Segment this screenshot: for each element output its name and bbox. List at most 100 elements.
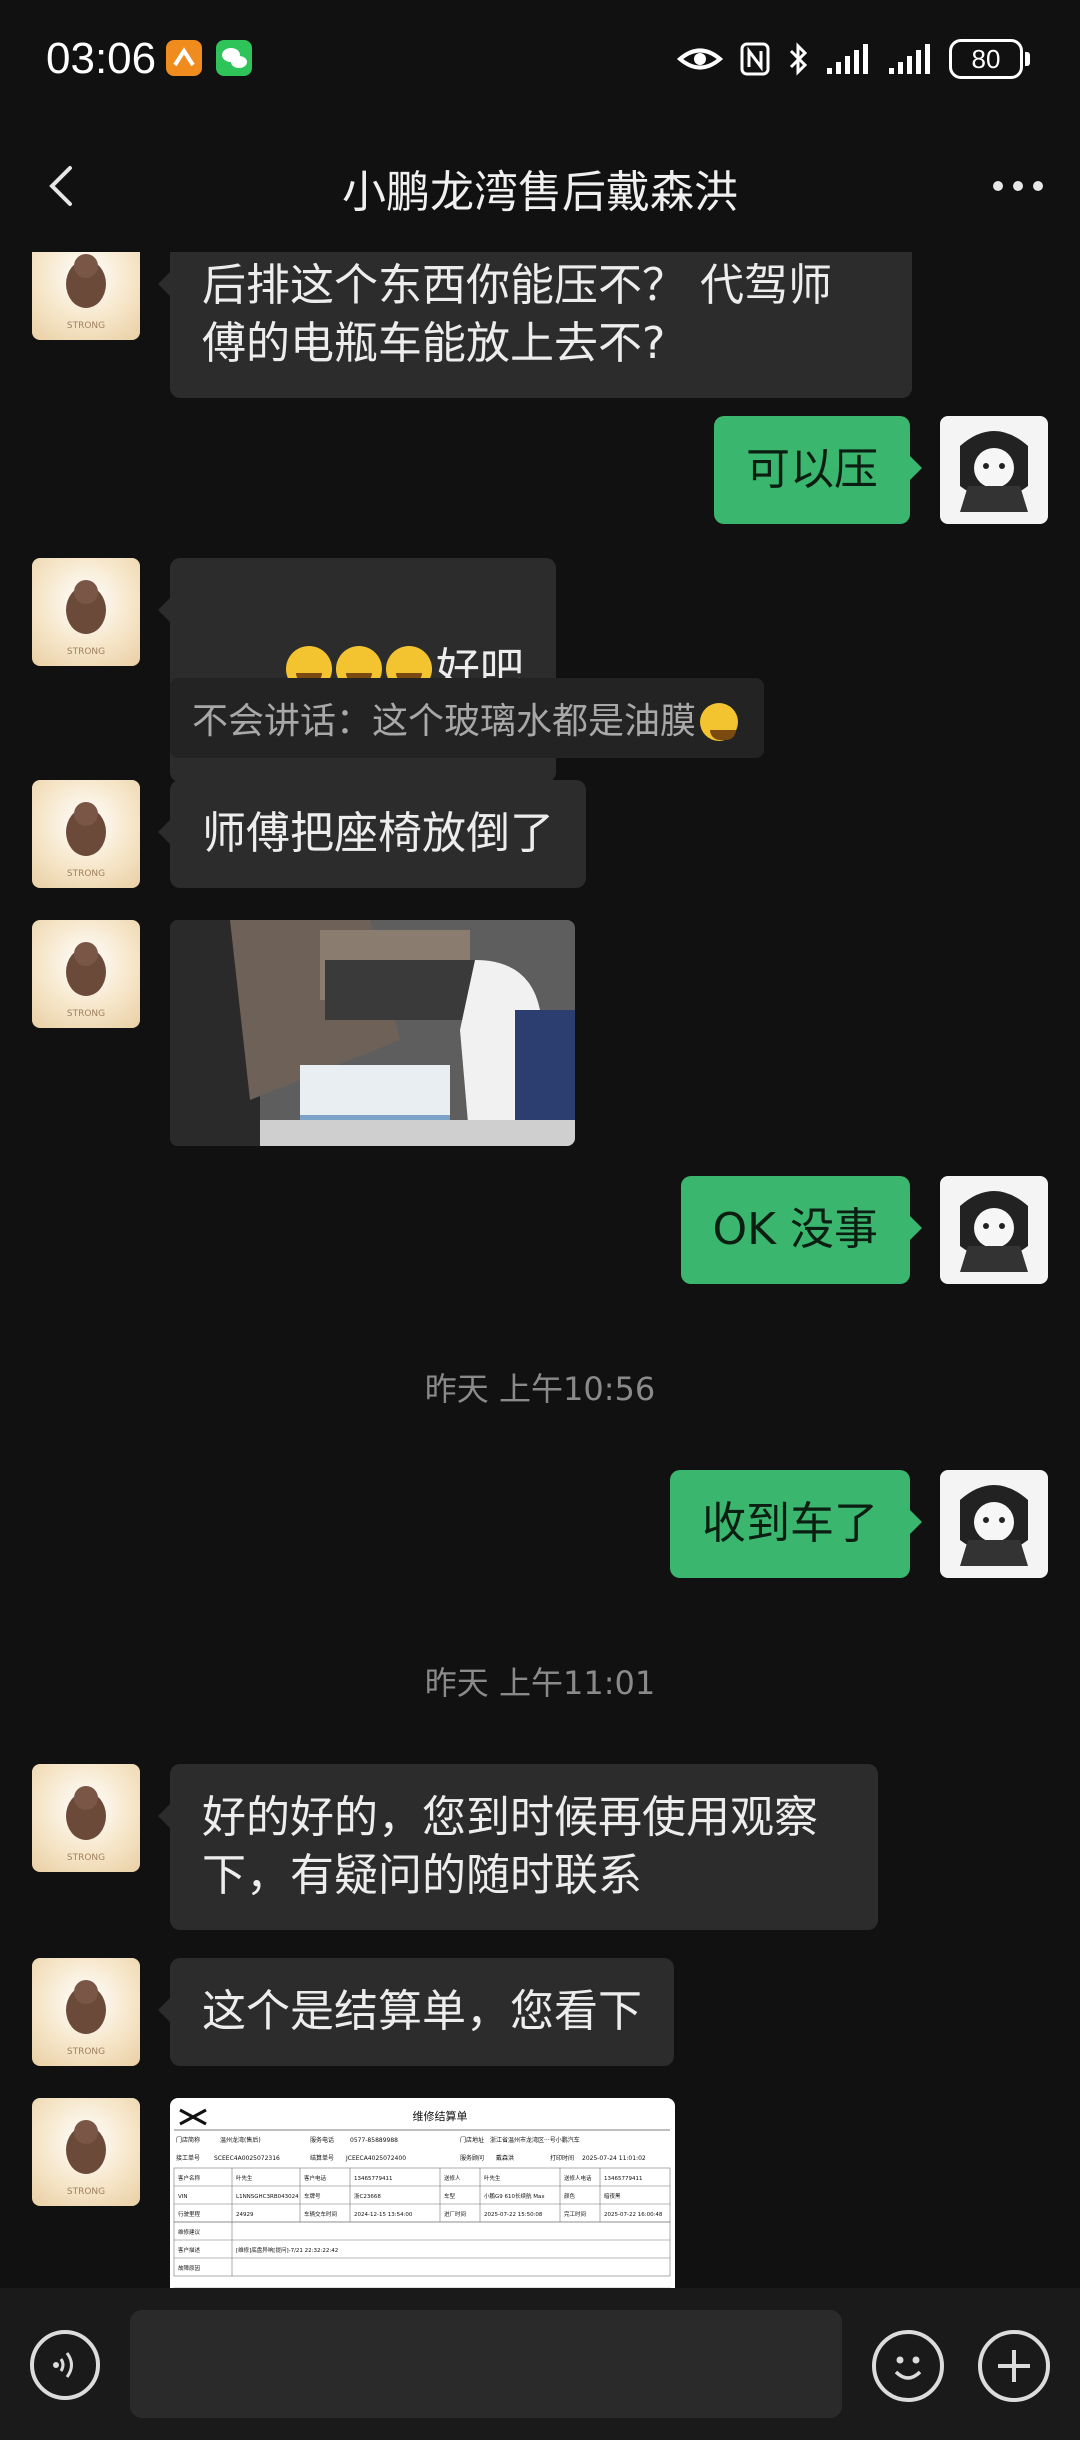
svg-text:服务电话: 服务电话	[310, 2136, 334, 2144]
battery-indicator: 80	[949, 39, 1030, 79]
chat-header: 小鹏龙湾售后戴森洪	[0, 120, 1080, 252]
status-time: 03:06	[46, 34, 157, 83]
svg-text:2025-07-22 16:00:48: 2025-07-22 16:00:48	[604, 2212, 663, 2218]
svg-text:VIN: VIN	[178, 2194, 188, 2200]
svg-text:STRONG: STRONG	[67, 647, 105, 657]
orange-app-icon	[166, 40, 202, 76]
voice-icon	[53, 2352, 73, 2378]
svg-text:戴森洪: 戴森洪	[496, 2154, 514, 2162]
signal-icon	[827, 44, 868, 74]
svg-text:温州龙湾(售后): 温州龙湾(售后)	[220, 2136, 261, 2144]
svg-text:客户电话: 客户电话	[304, 2174, 327, 2182]
svg-text:客户描述: 客户描述	[178, 2246, 201, 2254]
svg-text:接工单号: 接工单号	[176, 2154, 200, 2162]
avatar[interactable]: STRONG	[32, 1958, 140, 2066]
receipt-title: 维修结算单	[413, 2109, 468, 2123]
svg-text:维修建议: 维修建议	[178, 2228, 201, 2236]
battery-level: 80	[949, 39, 1023, 79]
svg-text:打印时间: 打印时间	[550, 2154, 574, 2162]
avatar[interactable]: STRONG	[32, 920, 140, 1028]
bluetooth-icon	[789, 42, 808, 76]
quoted-text: 不会讲话：这个玻璃水都是油膜	[192, 701, 697, 742]
svg-text:送修人: 送修人	[444, 2174, 461, 2182]
timestamp: 昨天 上午10:56	[424, 1370, 656, 1408]
chat-area[interactable]: STRONG 后排这个东西你能压不？ 代驾师 傅的电瓶车能放上去不? 可以压 S…	[0, 252, 1080, 2288]
avatar[interactable]: STRONG	[32, 2098, 140, 2206]
avatar[interactable]: STRONG	[32, 252, 140, 340]
avatar[interactable]: STRONG	[32, 558, 140, 666]
voice-button[interactable]	[30, 2330, 100, 2400]
svg-text:[维修]底盘异响[提问]-7/21 22:32:22:42: [维修]底盘异响[提问]-7/21 22:32:22:42	[236, 2246, 338, 2254]
svg-text:SCEEC4A0025072316: SCEEC4A0025072316	[214, 2155, 280, 2162]
message-input[interactable]	[130, 2310, 842, 2418]
svg-text:送修人电话: 送修人电话	[564, 2174, 592, 2182]
avatar[interactable]	[940, 416, 1048, 524]
message-bubble[interactable]: 好的好的，您到时候再使用观察 下，有疑问的随时联系	[158, 1764, 878, 1930]
svg-text:颜色: 颜色	[564, 2192, 576, 2200]
svg-text:门店简称: 门店简称	[176, 2136, 200, 2144]
svg-text:24929: 24929	[236, 2212, 254, 2218]
svg-text:2025-07-24 11:01:02: 2025-07-24 11:01:02	[582, 2155, 646, 2162]
message-bubble[interactable]: 师傅把座椅放倒了	[158, 780, 586, 888]
xpeng-logo-icon	[179, 2108, 207, 2126]
input-bar	[0, 2288, 1080, 2440]
status-bar: 03:06 80	[0, 0, 1080, 120]
svg-text:13465779411: 13465779411	[354, 2176, 393, 2182]
signal-icon	[889, 44, 930, 74]
svg-text:完工时间: 完工时间	[564, 2210, 586, 2218]
svg-text:车牌号: 车牌号	[304, 2192, 321, 2200]
eye-icon	[677, 48, 723, 70]
avatar[interactable]: STRONG	[32, 780, 140, 888]
message-bubble[interactable]: OK 没事	[680, 1176, 923, 1284]
plus-icon	[998, 2350, 1030, 2382]
wechat-icon	[216, 40, 252, 76]
timestamp: 昨天 上午11:01	[424, 1664, 656, 1702]
svg-text:2024-12-15 13:54:00: 2024-12-15 13:54:00	[354, 2212, 413, 2218]
car-trunk-photo[interactable]	[170, 920, 575, 1146]
avatar[interactable]	[940, 1470, 1048, 1578]
svg-text:2025-07-22 15:50:08: 2025-07-22 15:50:08	[484, 2212, 543, 2218]
svg-text:浙C23668: 浙C23668	[354, 2192, 381, 2200]
svg-text:STRONG: STRONG	[67, 1853, 105, 1863]
svg-text:13465779411: 13465779411	[604, 2176, 643, 2182]
message-bubble[interactable]: 后排这个东西你能压不？ 代驾师 傅的电瓶车能放上去不?	[158, 252, 912, 398]
more-dots-icon	[993, 181, 1043, 191]
svg-text:暗夜黑: 暗夜黑	[604, 2192, 621, 2200]
svg-text:STRONG: STRONG	[67, 321, 105, 331]
emoji-button[interactable]	[872, 2330, 944, 2402]
svg-text:服务顾问: 服务顾问	[460, 2154, 484, 2162]
svg-text:STRONG: STRONG	[67, 2047, 105, 2057]
svg-text:结算单号: 结算单号	[310, 2154, 334, 2162]
svg-text:浙江省温州市龙湾区···号小鹏汽车: 浙江省温州市龙湾区···号小鹏汽车	[490, 2136, 580, 2144]
svg-text:车型: 车型	[444, 2192, 456, 2200]
svg-text:进厂时间: 进厂时间	[444, 2210, 466, 2218]
status-icons: 80	[677, 34, 1030, 84]
chat-title: 小鹏龙湾售后戴森洪	[342, 167, 738, 218]
svg-text:小鹏G9 610长续航 Max: 小鹏G9 610长续航 Max	[484, 2192, 545, 2200]
avatar[interactable]	[940, 1176, 1048, 1284]
emoji-icon	[894, 2356, 922, 2380]
svg-text:门店地址: 门店地址	[460, 2136, 484, 2144]
quoted-message[interactable]: 不会讲话：这个玻璃水都是油膜	[170, 678, 765, 758]
nfc-icon	[740, 42, 770, 76]
svg-text:STRONG: STRONG	[67, 2187, 105, 2197]
svg-text:L1NNSGHC3RB043024: L1NNSGHC3RB043024	[236, 2194, 299, 2200]
avatar[interactable]: STRONG	[32, 1764, 140, 1872]
message-bubble[interactable]: 收到车了	[670, 1470, 922, 1578]
message-bubble[interactable]: 这个是结算单，您看下	[158, 1958, 674, 2066]
crying-laughing-emoji-icon	[700, 703, 739, 741]
svg-text:故障原因: 故障原因	[178, 2264, 201, 2272]
more-functions-button[interactable]	[978, 2330, 1050, 2402]
message-bubble[interactable]: 可以压	[714, 416, 922, 524]
svg-text:行驶里程: 行驶里程	[178, 2210, 201, 2218]
svg-text:STRONG: STRONG	[67, 1009, 105, 1019]
svg-text:车辆交车时间: 车辆交车时间	[304, 2210, 337, 2218]
svg-text:叶先生: 叶先生	[236, 2174, 253, 2182]
svg-text:0577-85889988: 0577-85889988	[350, 2137, 398, 2144]
svg-text:叶先生: 叶先生	[484, 2174, 501, 2182]
svg-text:客户名称: 客户名称	[178, 2174, 201, 2182]
settlement-receipt-image[interactable]: 维修结算单 门店简称 温州龙湾(售后) 服务电话 0577-85889988 门店地…	[170, 2098, 675, 2288]
more-button[interactable]	[986, 158, 1050, 214]
svg-text:STRONG: STRONG	[67, 869, 105, 879]
svg-text:JCEECA4025072400: JCEECA4025072400	[345, 2155, 406, 2162]
